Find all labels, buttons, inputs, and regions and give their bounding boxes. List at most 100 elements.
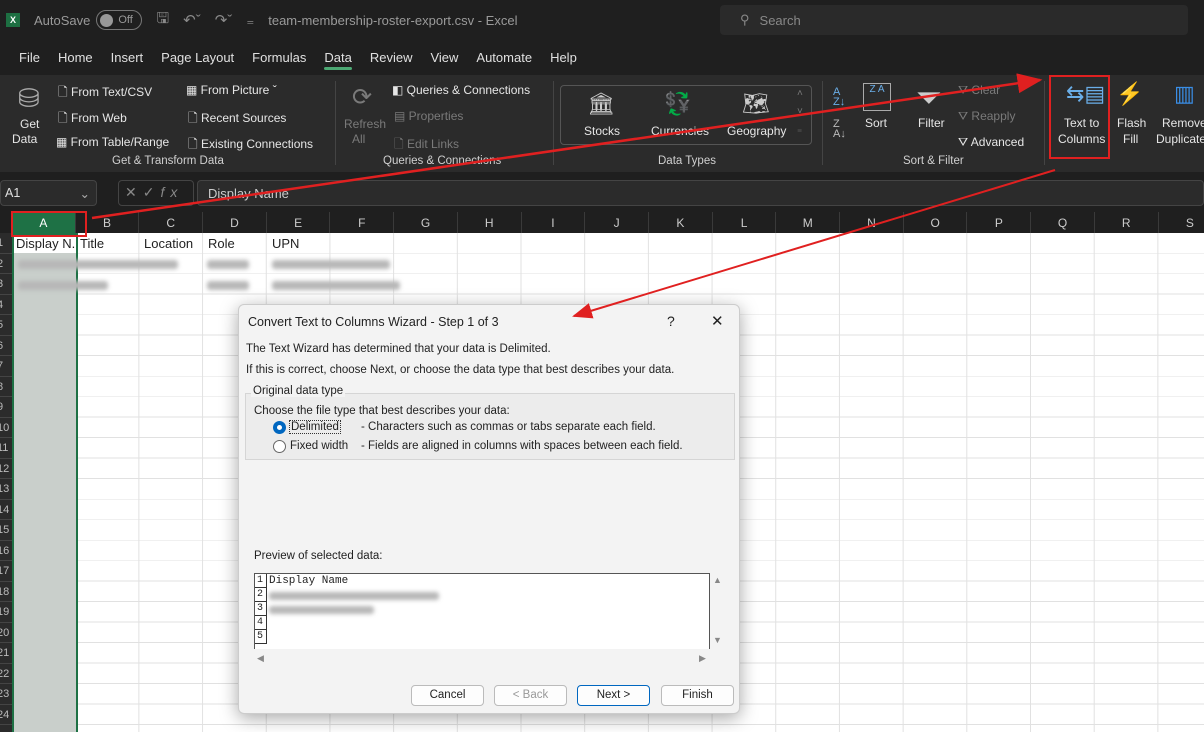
row-header-9[interactable]: 9 (0, 397, 12, 418)
tab-insert[interactable]: Insert (102, 40, 153, 75)
queries-connections-button[interactable]: ◧ Queries & Connections (392, 83, 530, 97)
row-header-1[interactable]: 1 (0, 233, 12, 254)
row-header-14[interactable]: 14 (0, 500, 12, 520)
tab-help[interactable]: Help (541, 40, 586, 75)
column-header-D[interactable]: D (203, 212, 267, 233)
row-header-11[interactable]: 11 (0, 438, 12, 459)
column-header-C[interactable]: C (139, 212, 204, 233)
refresh-all-button[interactable]: Refresh (344, 117, 386, 131)
tab-automate[interactable]: Automate (467, 40, 541, 75)
sort-button[interactable]: Sort (865, 116, 887, 130)
tab-review[interactable]: Review (361, 40, 422, 75)
header-cell[interactable]: Location (144, 236, 193, 251)
scroll-right-arrow[interactable]: ▶ (699, 653, 706, 664)
from-text-csv-button[interactable]: 🗋 From Text/CSV (58, 83, 152, 104)
column-header-A[interactable]: A (12, 212, 76, 233)
formula-buttons[interactable]: ✕✓fx (118, 180, 194, 206)
next-button[interactable]: Next > (577, 685, 650, 706)
scroll-up-arrow[interactable]: ▲ (713, 575, 722, 585)
autosave-toggle[interactable]: Off (96, 10, 143, 30)
fixed-width-radio[interactable] (273, 440, 286, 453)
column-header-O[interactable]: O (904, 212, 968, 233)
tab-page-layout[interactable]: Page Layout (152, 40, 243, 75)
customize-qat-icon[interactable]: ₌ (246, 11, 254, 29)
row-header-3[interactable]: 3 (0, 274, 12, 295)
help-button[interactable]: ? (667, 313, 675, 329)
column-header-B[interactable]: B (76, 212, 140, 233)
remove-duplicates-button[interactable]: Remove (1162, 116, 1204, 130)
column-header-S[interactable]: S (1159, 212, 1204, 233)
filter-button[interactable]: Filter (918, 116, 945, 130)
column-header-P[interactable]: P (968, 212, 1032, 233)
header-cell[interactable]: Role (208, 236, 235, 251)
remove-duplicates-line2[interactable]: Duplicates (1156, 132, 1204, 146)
text-to-columns-line2[interactable]: Columns (1058, 132, 1105, 146)
advanced-button[interactable]: ⛛ Advanced (958, 135, 1024, 150)
column-header-R[interactable]: R (1095, 212, 1159, 233)
geography-button[interactable]: Geography (727, 124, 786, 138)
row-header-24[interactable]: 24 (0, 705, 12, 725)
row-header-17[interactable]: 17 (0, 561, 12, 582)
flash-fill-line2[interactable]: Fill (1123, 132, 1138, 146)
scroll-down-arrow[interactable]: ▼ (713, 635, 722, 645)
finish-button[interactable]: Finish (661, 685, 734, 706)
reapply-button[interactable]: ⛛ Reapply (958, 109, 1015, 124)
column-header-M[interactable]: M (776, 212, 841, 233)
sort-a-z-button[interactable]: A Z↓ (833, 87, 845, 108)
column-header-N[interactable]: N (840, 212, 904, 233)
recent-sources-button[interactable]: 🗋 Recent Sources (188, 109, 286, 130)
get-data-button-line2[interactable]: Data (12, 132, 37, 146)
column-header-L[interactable]: L (713, 212, 777, 233)
column-header-G[interactable]: G (394, 212, 458, 233)
tab-formulas[interactable]: Formulas (243, 40, 315, 75)
header-cell[interactable]: Title (80, 236, 104, 251)
save-icon[interactable]: 🖫 (156, 8, 169, 33)
properties-button[interactable]: ▤ Properties (394, 109, 463, 123)
row-header-19[interactable]: 19 (0, 602, 12, 623)
refresh-all-line2[interactable]: All (352, 132, 365, 146)
row-header-23[interactable]: 23 (0, 684, 12, 705)
undo-icon[interactable]: ↶ˇ (183, 11, 201, 29)
delimited-label[interactable]: Delimited (289, 420, 341, 434)
row-header-21[interactable]: 21 (0, 643, 12, 664)
gallery-scroll[interactable]: ˄ ˅ ₌ (797, 85, 803, 139)
row-header-8[interactable]: 8 (0, 377, 12, 397)
row-header-20[interactable]: 20 (0, 623, 12, 643)
edit-links-button[interactable]: 🗋 Edit Links (394, 135, 459, 156)
flash-fill-button[interactable]: Flash (1117, 116, 1146, 130)
column-header-I[interactable]: I (522, 212, 586, 233)
column-header-K[interactable]: K (649, 212, 713, 233)
tab-data[interactable]: Data (315, 40, 360, 75)
row-header-18[interactable]: 18 (0, 582, 12, 602)
search-input[interactable]: ⚲ Search (720, 5, 1188, 35)
row-header-16[interactable]: 16 (0, 541, 12, 561)
fixed-width-label[interactable]: Fixed width (290, 440, 348, 452)
existing-connections-button[interactable]: 🗋 Existing Connections (188, 135, 313, 156)
stocks-button[interactable]: Stocks (584, 124, 620, 138)
tab-home[interactable]: Home (49, 40, 102, 75)
from-web-button[interactable]: 🗋 From Web (58, 109, 127, 130)
cancel-button[interactable]: Cancel (411, 685, 484, 706)
column-header-J[interactable]: J (585, 212, 649, 233)
currencies-button[interactable]: Currencies (651, 124, 709, 138)
column-header-Q[interactable]: Q (1031, 212, 1095, 233)
row-header-13[interactable]: 13 (0, 479, 12, 500)
formula-input[interactable]: Display Name (197, 180, 1204, 206)
column-header-H[interactable]: H (458, 212, 522, 233)
scroll-left-arrow[interactable]: ◀ (257, 653, 264, 664)
row-header-10[interactable]: 10 (0, 418, 12, 438)
clear-button[interactable]: ⛛ Clear (958, 83, 1000, 98)
row-header-22[interactable]: 22 (0, 664, 12, 684)
row-header-6[interactable]: 6 (0, 336, 12, 356)
row-header-2[interactable]: 2 (0, 254, 12, 274)
redo-icon[interactable]: ↷ˇ (215, 11, 233, 29)
text-to-columns-button[interactable]: Text to (1064, 116, 1099, 130)
column-header-F[interactable]: F (331, 212, 395, 233)
row-header-4[interactable]: 4 (0, 295, 12, 315)
tab-file[interactable]: File (10, 40, 49, 75)
from-picture-button[interactable]: ▦ From Picture ˇ (186, 83, 277, 97)
header-cell[interactable]: Display N. (16, 236, 75, 251)
close-button[interactable]: ✕ (711, 312, 724, 330)
row-header-12[interactable]: 12 (0, 459, 12, 479)
name-box[interactable]: A1 ⌄ (0, 180, 97, 206)
